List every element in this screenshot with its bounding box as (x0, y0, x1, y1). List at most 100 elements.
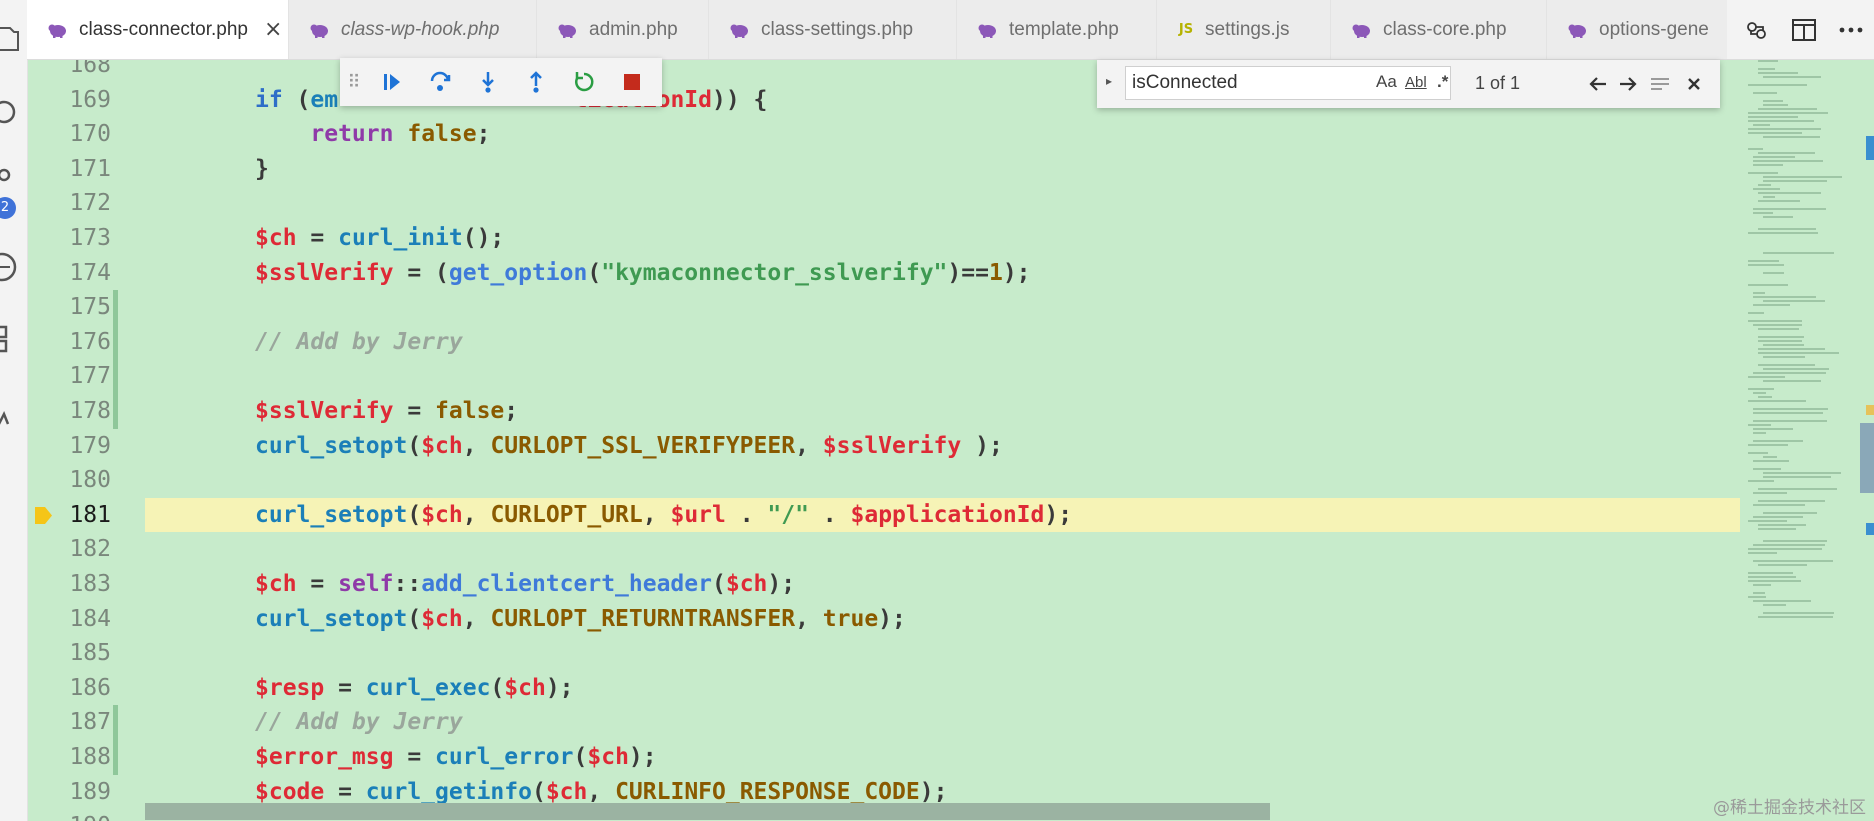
minimap-slider[interactable] (1860, 423, 1874, 493)
horizontal-scrollbar[interactable] (145, 803, 1270, 820)
explorer-icon[interactable] (0, 22, 27, 57)
tab-template[interactable]: template.php (957, 0, 1157, 59)
drag-handle-icon[interactable]: ⠿ (340, 72, 368, 93)
tab-class-connector[interactable]: class-connector.php × (27, 0, 289, 59)
minimap-line (1748, 232, 1818, 234)
code-line[interactable]: 179 curl_setopt($ch, CURLOPT_SSL_VERIFYPE… (27, 429, 1742, 464)
minimap-line (1758, 396, 1772, 398)
code-line[interactable]: 172 (27, 186, 1742, 221)
code-text: curl_setopt($ch, CURLOPT_SSL_VERIFYPEER,… (255, 429, 1003, 464)
close-icon[interactable]: × (264, 17, 282, 42)
code-text: curl_setopt($ch, CURLOPT_URL, $url . "/"… (255, 498, 1072, 533)
code-token: $ch (504, 674, 546, 701)
git-modified-marker[interactable] (113, 740, 118, 775)
minimap-line (1748, 388, 1774, 390)
restart-icon[interactable] (560, 58, 608, 106)
code-token: ( (573, 744, 588, 770)
php-elephant-icon (557, 20, 579, 40)
tab-class-core[interactable]: class-core.php (1331, 0, 1547, 59)
whole-word-toggle[interactable]: Abl (1405, 74, 1427, 98)
git-modified-marker[interactable] (113, 324, 118, 360)
line-number: 168 (69, 60, 111, 78)
search-icon[interactable] (0, 98, 27, 133)
line-number: 176 (69, 328, 111, 355)
code-line[interactable]: 184 curl_setopt($ch, CURLOPT_RETURNTRANSF… (27, 602, 1742, 637)
code-token: self (338, 571, 394, 597)
code-line[interactable]: 174 $sslVerify = (get_option("kymaconnect… (27, 256, 1742, 291)
editor-actions (1734, 0, 1874, 59)
code-line[interactable]: 180 (27, 463, 1742, 498)
code-token: ( (282, 86, 311, 113)
extensions-icon[interactable] (0, 323, 27, 362)
minimap-line (1758, 336, 1804, 338)
code-line[interactable]: 176 // Add by Jerry (27, 324, 1742, 360)
more-actions-icon[interactable] (1836, 15, 1866, 45)
git-modified-marker[interactable] (113, 290, 118, 325)
find-in-selection-icon[interactable] (1647, 71, 1673, 97)
code-text: // Add by Jerry (255, 705, 463, 740)
next-match-icon[interactable] (1615, 71, 1641, 97)
minimap-line (1748, 376, 1785, 378)
minimap-breakpoint-marker (1866, 405, 1874, 415)
tab-class-wp-hook[interactable]: class-wp-hook.php (289, 0, 537, 59)
toggle-replace-icon[interactable]: ▸ (1101, 74, 1117, 94)
code-line[interactable]: 170 return false; (27, 117, 1742, 152)
minimap-line (1753, 516, 1803, 518)
stop-icon[interactable] (608, 58, 656, 106)
minimap-line (1763, 136, 1820, 138)
code-line[interactable]: 183 $ch = self::add_clientcert_header($ch… (27, 567, 1742, 602)
step-out-icon[interactable] (512, 58, 560, 106)
code-line[interactable]: 185 (27, 636, 1742, 671)
git-modified-marker[interactable] (113, 705, 118, 740)
code-line[interactable]: 171} (27, 152, 1742, 187)
continue-icon[interactable] (368, 58, 416, 106)
minimap-line (1763, 456, 1777, 458)
step-over-icon[interactable] (416, 58, 464, 106)
tab-label: template.php (1009, 18, 1119, 40)
code-token: $error_msg (255, 744, 394, 770)
regex-toggle[interactable]: .* (1437, 72, 1448, 96)
code-token: CURLINFO_RESPONSE_CODE (615, 778, 920, 805)
code-line[interactable]: 188 $error_msg = curl_error($ch); (27, 740, 1742, 775)
code-line[interactable]: 173 $ch = curl_init(); (27, 221, 1742, 256)
debug-icon[interactable] (0, 250, 27, 289)
tab-admin[interactable]: admin.php (537, 0, 709, 59)
open-changes-icon[interactable] (1742, 15, 1772, 45)
split-editor-icon[interactable] (1789, 15, 1819, 45)
git-modified-marker[interactable] (113, 394, 118, 429)
code-line[interactable]: 177 (27, 359, 1742, 394)
code-text: // Add by Jerry (255, 325, 463, 360)
git-modified-marker[interactable] (113, 359, 118, 394)
step-into-icon[interactable] (464, 58, 512, 106)
code-line[interactable]: 186 $resp = curl_exec($ch); (27, 671, 1742, 706)
code-token: ( (407, 501, 422, 528)
code-line[interactable]: 182 (27, 532, 1742, 567)
code-token: , (795, 605, 823, 632)
tab-settings-js[interactable]: JS settings.js (1157, 0, 1331, 59)
code-token: false (435, 398, 505, 424)
minimap-line (1753, 324, 1802, 326)
find-input[interactable] (1125, 66, 1451, 100)
code-line[interactable]: 178 $sslVerify = false; (27, 394, 1742, 429)
source-control-icon[interactable] (0, 165, 27, 200)
minimap-line (1758, 524, 1806, 526)
code-line[interactable]: 187 // Add by Jerry (27, 705, 1742, 740)
minimap[interactable] (1740, 60, 1874, 821)
line-number: 172 (69, 190, 111, 217)
match-case-toggle[interactable]: Aa (1376, 72, 1397, 96)
code-line[interactable]: 181 curl_setopt($ch, CURLOPT_URL, $url . … (27, 497, 1742, 533)
line-number: 170 (69, 121, 111, 148)
code-token: ( (490, 674, 505, 701)
previous-match-icon[interactable] (1585, 71, 1611, 97)
test-icon[interactable] (0, 410, 27, 439)
minimap-line (1748, 548, 1822, 550)
close-icon[interactable] (1681, 71, 1707, 97)
minimap-line (1758, 68, 1775, 70)
code-line[interactable]: 175 (27, 290, 1742, 325)
tab-class-settings[interactable]: class-settings.php (709, 0, 957, 59)
line-number: 183 (69, 571, 111, 597)
minimap-line (1753, 408, 1828, 410)
code-editor[interactable]: 168169if (em licationId)) {170 return fa… (27, 60, 1874, 821)
tab-options-general[interactable]: options-gene (1547, 0, 1727, 59)
minimap-line (1753, 468, 1781, 470)
